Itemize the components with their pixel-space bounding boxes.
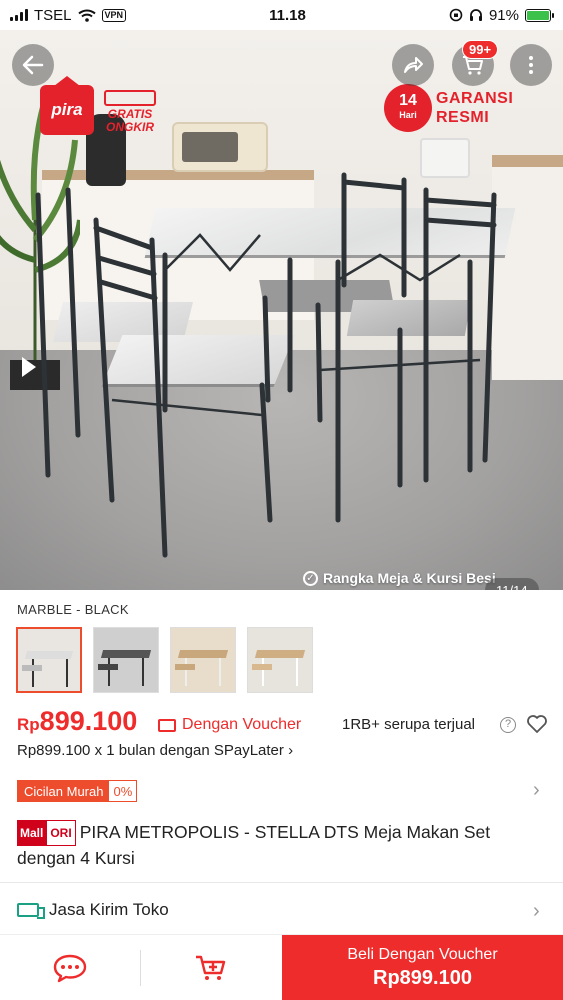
section-divider bbox=[0, 882, 563, 883]
product-image-gallery[interactable]: pira GRATIS ONGKIR 14 Hari GARANSI RESMI… bbox=[0, 30, 563, 590]
add-to-cart-button[interactable] bbox=[141, 935, 281, 1000]
installment-badge[interactable]: Cicilan Murah 0% bbox=[17, 780, 138, 802]
share-arrow-icon bbox=[404, 57, 423, 73]
signal-icon bbox=[10, 9, 28, 21]
voucher-icon bbox=[158, 718, 176, 732]
voucher-label[interactable]: Dengan Voucher bbox=[158, 716, 301, 734]
check-circle-icon: ✓ bbox=[303, 570, 318, 586]
chevron-right-icon[interactable]: › bbox=[533, 900, 540, 923]
headphones-icon bbox=[469, 9, 482, 21]
truck-icon bbox=[17, 903, 45, 919]
product-price: Rp 899.100 bbox=[17, 706, 138, 736]
heart-icon[interactable] bbox=[526, 713, 548, 735]
garansi-stamp: 14 Hari bbox=[384, 84, 432, 132]
battery-icon bbox=[525, 8, 554, 22]
image-counter: 11/14 bbox=[485, 578, 539, 590]
chat-button[interactable] bbox=[0, 935, 140, 1000]
chevron-right-icon: › bbox=[288, 742, 294, 759]
play-video-button[interactable] bbox=[22, 357, 36, 377]
share-button[interactable] bbox=[392, 44, 434, 86]
chat-icon bbox=[53, 954, 87, 983]
gratis-ongkir-badge: GRATIS ONGKIR bbox=[104, 90, 156, 134]
variant-thumbnails bbox=[16, 627, 313, 693]
chevron-right-icon[interactable]: › bbox=[533, 779, 540, 802]
pira-logo: pira bbox=[40, 76, 94, 135]
sold-count: 1RB+ serupa terjual bbox=[342, 716, 475, 733]
buy-with-voucher-button[interactable]: Beli Dengan Voucher Rp899.100 bbox=[282, 935, 563, 1000]
wifi-icon bbox=[77, 9, 96, 22]
bottom-action-bar: Beli Dengan Voucher Rp899.100 bbox=[0, 934, 563, 1000]
truck-icon bbox=[104, 90, 156, 106]
image-caption: ✓ Rangka Meja & Kursi Besi bbox=[303, 570, 496, 586]
carrier-name: TSEL bbox=[34, 6, 72, 24]
status-bar: TSEL VPN 11.18 91% bbox=[0, 0, 563, 30]
back-button[interactable] bbox=[12, 44, 54, 86]
cart-count-badge: 99+ bbox=[462, 40, 499, 59]
orientation-lock-icon bbox=[449, 8, 463, 22]
question-icon[interactable]: ? bbox=[500, 717, 516, 733]
garansi-resmi-badge: 14 Hari GARANSI RESMI bbox=[384, 84, 513, 132]
product-title: Mall ORI PIRA METROPOLIS - STELLA DTS Meja… bbox=[17, 820, 491, 868]
arrow-left-icon bbox=[22, 55, 44, 75]
variant-thumbnail[interactable] bbox=[16, 627, 82, 693]
status-time: 11.18 bbox=[269, 6, 306, 24]
shipping-row[interactable]: Jasa Kirim Toko bbox=[17, 900, 169, 920]
status-right: 91% bbox=[449, 6, 554, 24]
more-vertical-icon bbox=[529, 56, 533, 74]
battery-percent: 91% bbox=[488, 6, 519, 24]
mall-ori-badge: Mall ORI bbox=[17, 820, 76, 846]
vpn-badge: VPN bbox=[101, 8, 127, 22]
variant-thumbnail[interactable] bbox=[93, 627, 159, 693]
add-to-cart-icon bbox=[196, 955, 226, 980]
variant-thumbnail[interactable] bbox=[170, 627, 236, 693]
variant-name: MARBLE - BLACK bbox=[17, 602, 129, 617]
paylater-row[interactable]: Rp899.100 x 1 bulan dengan SPayLater › bbox=[17, 742, 293, 759]
status-left: TSEL VPN bbox=[10, 6, 127, 24]
variant-thumbnail[interactable] bbox=[247, 627, 313, 693]
more-options-button[interactable] bbox=[510, 44, 552, 86]
